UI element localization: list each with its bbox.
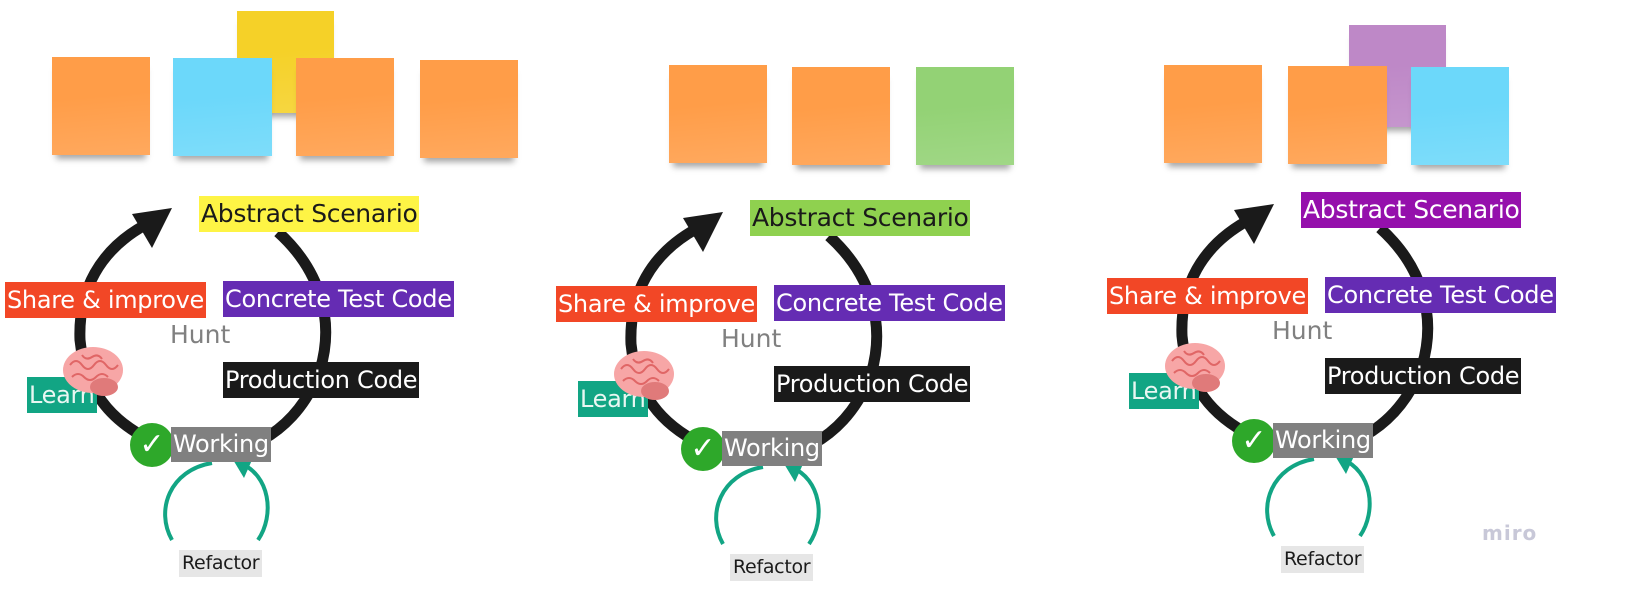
loop-arrow-icon (1265, 457, 1372, 538)
cycle-arc-right (810, 231, 883, 449)
cycle-arc-right (1361, 223, 1434, 441)
label-refactor: Refactor (179, 550, 263, 577)
loop-arrow-icon (714, 465, 821, 546)
cycle-panel-3: Abstract Scenario Share & improve Concre… (1102, 0, 1645, 603)
label-production-code: Production Code (1325, 358, 1522, 394)
label-concrete-test-code: Concrete Test Code (223, 281, 454, 317)
label-refactor: Refactor (1281, 546, 1365, 573)
label-working: Working (1273, 423, 1373, 458)
brain-icon (1165, 343, 1225, 392)
label-hunt: Hunt (170, 320, 231, 349)
loop-arrow-icon (163, 461, 270, 542)
cycle-panel-1: Abstract Scenario Share & improve Concre… (0, 0, 560, 607)
brain-icon (63, 347, 123, 396)
label-share-improve: Share & improve (1107, 278, 1309, 314)
label-concrete-test-code: Concrete Test Code (1325, 277, 1556, 313)
label-abstract-scenario: Abstract Scenario (750, 200, 971, 236)
label-share-improve: Share & improve (5, 282, 207, 318)
miro-watermark: miro (1482, 521, 1538, 545)
label-abstract-scenario: Abstract Scenario (1301, 192, 1522, 228)
label-share-improve: Share & improve (556, 286, 758, 322)
cycle-arc-right (259, 227, 332, 445)
label-abstract-scenario: Abstract Scenario (199, 196, 420, 232)
label-production-code: Production Code (774, 366, 971, 402)
label-hunt: Hunt (1272, 316, 1333, 345)
label-working: Working (171, 427, 271, 462)
check-icon: ✓ (130, 423, 174, 467)
label-refactor: Refactor (730, 554, 814, 581)
label-hunt: Hunt (721, 324, 782, 353)
check-icon: ✓ (681, 427, 725, 471)
cycle-panel-2: Abstract Scenario Share & improve Concre… (551, 4, 1111, 611)
label-working: Working (722, 431, 822, 466)
check-icon: ✓ (1232, 419, 1276, 463)
label-concrete-test-code: Concrete Test Code (774, 285, 1005, 321)
brain-icon (614, 351, 674, 400)
label-production-code: Production Code (223, 362, 420, 398)
